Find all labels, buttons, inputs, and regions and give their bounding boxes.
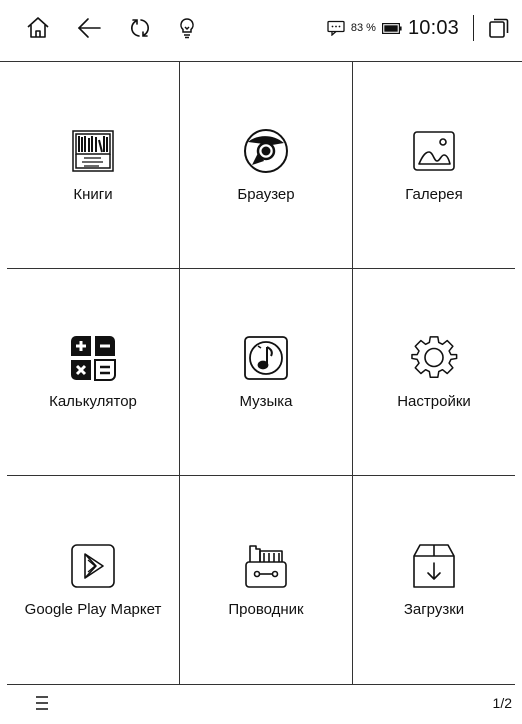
recent-apps-icon[interactable] bbox=[488, 17, 510, 39]
file-explorer-icon bbox=[242, 542, 290, 590]
app-browser[interactable]: Браузер bbox=[180, 62, 353, 269]
clock: 10:03 bbox=[407, 16, 459, 39]
refresh-icon[interactable] bbox=[126, 14, 154, 42]
bottom-bar: 1/2 bbox=[0, 685, 522, 724]
battery-icon bbox=[381, 22, 402, 34]
app-label-downloads: Загрузки bbox=[403, 601, 465, 618]
app-calculator[interactable]: Калькулятор bbox=[7, 269, 180, 476]
app-label-browser: Браузер bbox=[237, 186, 295, 203]
app-label-play-store: Google Play Маркет bbox=[24, 601, 162, 618]
music-icon bbox=[242, 334, 290, 382]
app-grid: Книги Браузер Галерея Калькулятор Музыка… bbox=[7, 62, 515, 684]
app-music[interactable]: Музыка bbox=[180, 269, 353, 476]
downloads-icon bbox=[410, 542, 458, 590]
books-icon bbox=[69, 127, 117, 175]
play-store-icon bbox=[69, 542, 117, 590]
app-books[interactable]: Книги bbox=[7, 62, 180, 269]
home-screen: 83 % 10:03 Книги Браузер Галерея Калькул… bbox=[0, 0, 522, 724]
back-arrow-icon[interactable] bbox=[75, 14, 103, 42]
app-label-calculator: Калькулятор bbox=[49, 393, 137, 410]
app-label-books: Книги bbox=[73, 186, 113, 203]
lightbulb-icon[interactable] bbox=[173, 14, 201, 42]
status-indicators: 83 % 10:03 bbox=[327, 15, 510, 41]
browser-icon bbox=[242, 127, 290, 175]
app-file-explorer[interactable]: Проводник bbox=[180, 476, 353, 684]
calculator-icon bbox=[69, 334, 117, 382]
menu-icon[interactable] bbox=[32, 695, 52, 711]
app-settings[interactable]: Настройки bbox=[353, 269, 515, 476]
status-bar: 83 % 10:03 bbox=[0, 0, 522, 62]
status-divider bbox=[473, 15, 474, 41]
gallery-icon bbox=[410, 127, 458, 175]
app-play-store[interactable]: Google Play Маркет bbox=[7, 476, 180, 684]
app-label-gallery: Галерея bbox=[405, 186, 463, 203]
settings-gear-icon bbox=[410, 334, 458, 382]
app-gallery[interactable]: Галерея bbox=[353, 62, 515, 269]
home-icon[interactable] bbox=[24, 14, 52, 42]
app-label-settings: Настройки bbox=[397, 393, 471, 410]
page-indicator: 1/2 bbox=[492, 695, 512, 711]
app-label-file-explorer: Проводник bbox=[228, 601, 304, 618]
chat-icon bbox=[327, 20, 345, 36]
app-downloads[interactable]: Загрузки bbox=[353, 476, 515, 684]
app-label-music: Музыка bbox=[239, 393, 293, 410]
battery-percent: 83 % bbox=[350, 22, 376, 34]
